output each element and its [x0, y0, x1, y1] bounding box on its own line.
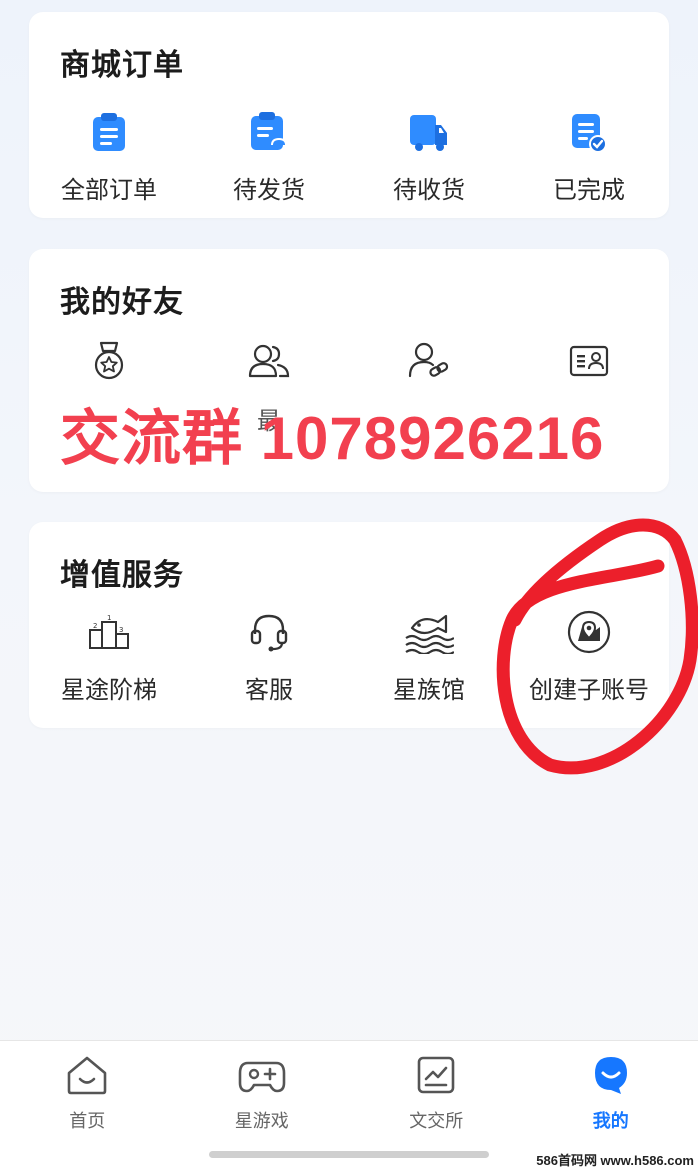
completed-orders-label: 已完成 — [553, 170, 625, 205]
svg-text:2: 2 — [93, 622, 97, 630]
all-orders-label: 全部订单 — [61, 170, 157, 205]
home-indicator[interactable] — [209, 1151, 489, 1158]
tab-exchange-label: 文交所 — [409, 1107, 463, 1133]
mall-orders-card: 商城订单 全部订单 — [29, 12, 669, 218]
red-circle-annotation — [490, 510, 698, 778]
medal-icon — [92, 339, 126, 383]
star-tribe-hall-label: 星族馆 — [393, 670, 465, 705]
svg-text:1: 1 — [107, 614, 111, 622]
chart-doc-icon — [416, 1055, 456, 1099]
headset-icon — [249, 610, 289, 654]
completed-orders-button[interactable]: 已完成 — [509, 110, 669, 205]
my-friends-title: 我的好友 — [60, 277, 184, 321]
home-icon — [65, 1055, 109, 1099]
star-ladder-label: 星途阶梯 — [61, 670, 157, 705]
user-link-icon — [408, 339, 450, 383]
pending-shipment-icon — [249, 110, 289, 154]
fish-icon — [404, 610, 454, 654]
podium-icon: 1 2 3 — [88, 610, 130, 654]
id-card-icon — [569, 339, 609, 383]
pending-receipt-button[interactable]: 待收货 — [349, 110, 509, 205]
svg-text:3: 3 — [119, 626, 123, 634]
gamepad-icon — [238, 1055, 286, 1099]
customer-service-button[interactable]: 客服 — [189, 610, 349, 705]
mall-orders-grid: 全部订单 待发货 — [29, 110, 669, 205]
star-tribe-hall-button[interactable]: 星族馆 — [349, 610, 509, 705]
all-orders-button[interactable]: 全部订单 — [29, 110, 189, 205]
site-watermark: 586首码网 www.h586.com — [536, 1150, 694, 1169]
pending-shipment-label: 待发货 — [233, 170, 305, 205]
completed-order-icon — [570, 110, 608, 154]
tab-home[interactable]: 首页 — [0, 1041, 175, 1172]
tab-star-games-label: 星游戏 — [235, 1107, 289, 1133]
all-orders-icon — [91, 110, 127, 154]
delivery-truck-icon — [409, 110, 449, 154]
mall-orders-title: 商城订单 — [60, 40, 184, 84]
pending-shipment-button[interactable]: 待发货 — [189, 110, 349, 205]
star-ladder-button[interactable]: 1 2 3 星途阶梯 — [29, 610, 189, 705]
pending-receipt-label: 待收货 — [393, 170, 465, 205]
customer-service-label: 客服 — [245, 670, 293, 705]
tab-home-label: 首页 — [69, 1107, 105, 1133]
group-number-overlay: 交流群 1078926216 — [60, 390, 604, 477]
friends-group-icon — [248, 339, 290, 383]
tab-mine-label: 我的 — [593, 1107, 629, 1133]
value-added-services-title: 增值服务 — [60, 550, 184, 594]
profile-icon — [589, 1055, 633, 1099]
